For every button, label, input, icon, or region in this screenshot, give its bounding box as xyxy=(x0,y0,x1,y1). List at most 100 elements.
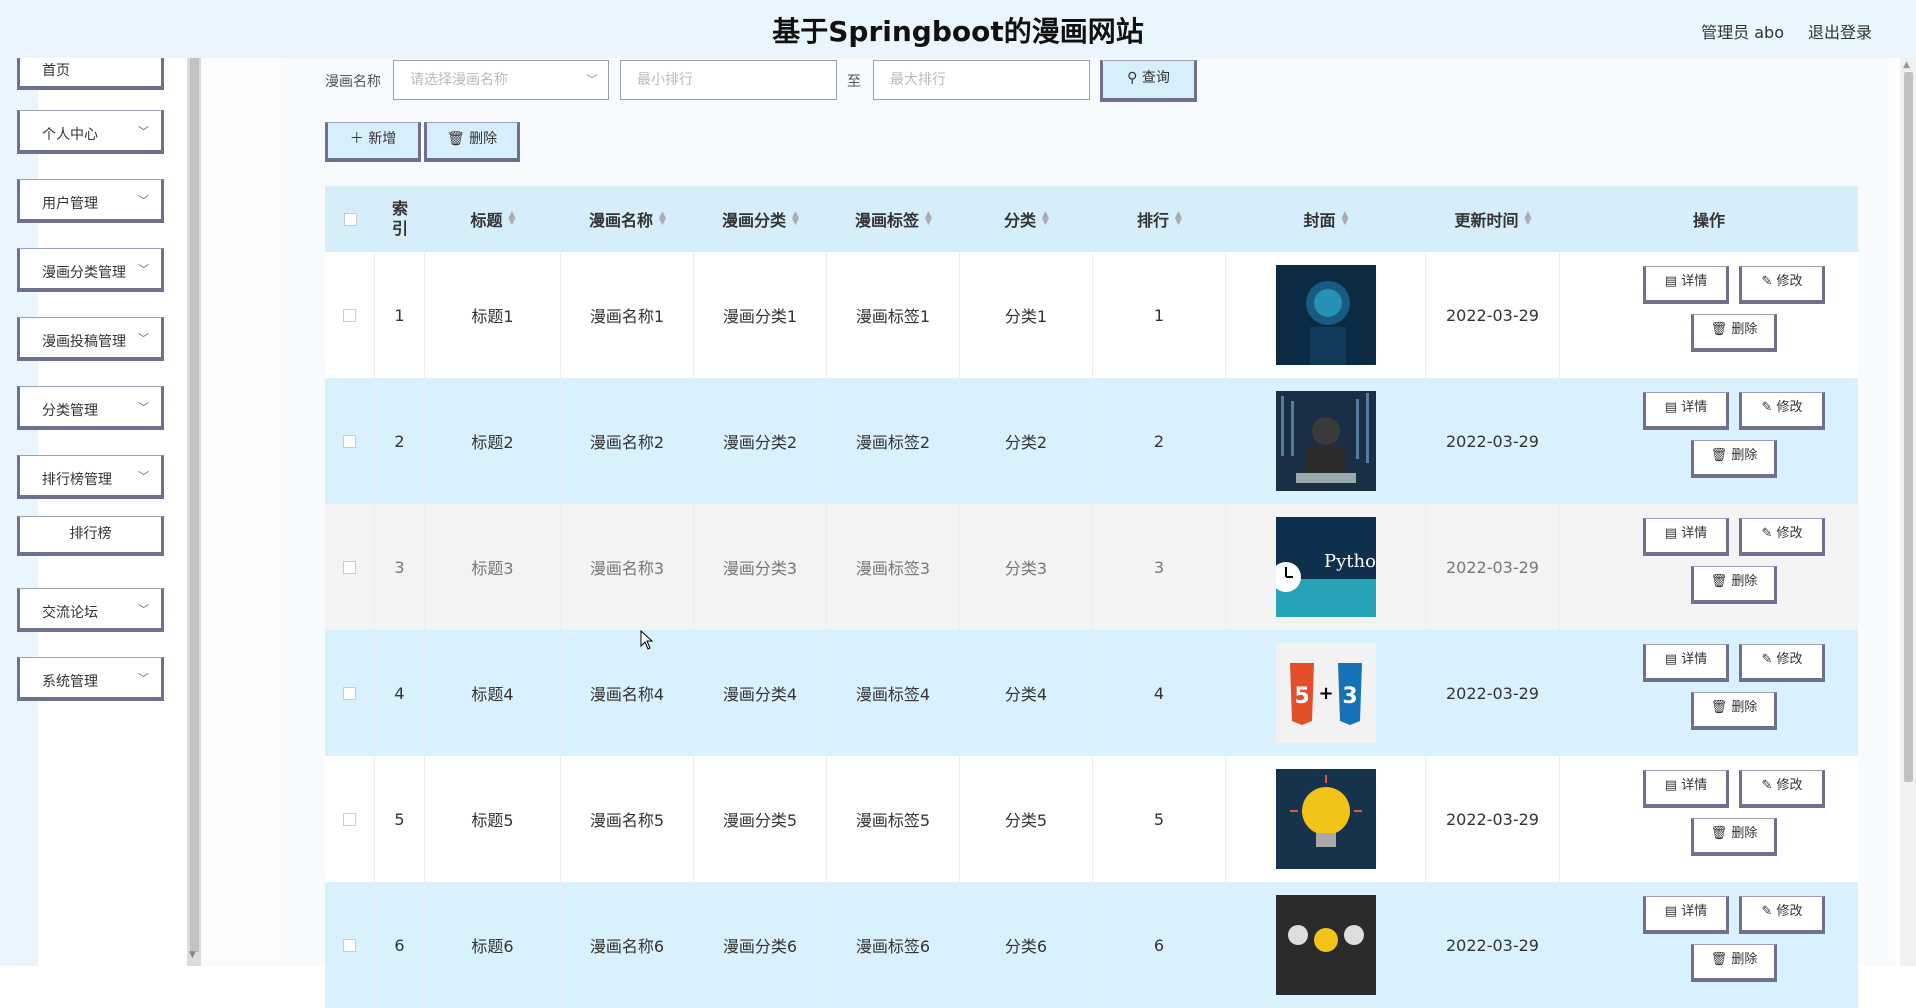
cell-cls: 分类6 xyxy=(960,882,1093,1008)
add-button[interactable]: ＋ 新增 xyxy=(325,122,421,162)
sort-icon[interactable]: ▲ ▼ xyxy=(1042,211,1049,227)
sort-icon[interactable]: ▲ ▼ xyxy=(1175,211,1182,227)
row-select-cell xyxy=(325,882,375,1008)
edit-button[interactable]: ✎ 修改 xyxy=(1739,896,1825,934)
cell-title: 标题2 xyxy=(425,378,561,504)
sidebar-item-personal-center[interactable]: 个人中心 ﹀ xyxy=(17,110,164,154)
header-update-time-label: 更新时间 xyxy=(1454,211,1519,230)
header-update-time[interactable]: 更新时间 ▲ ▼ xyxy=(1426,186,1560,252)
row-checkbox[interactable] xyxy=(343,812,356,826)
edit-button[interactable]: ✎ 修改 xyxy=(1739,644,1825,682)
table-row: 3标题3漫画名称3漫画分类3漫画标签3分类33Python2022-03-29▤… xyxy=(325,504,1858,630)
header-comic-tag[interactable]: 漫画标签 ▲ ▼ xyxy=(827,186,960,252)
header-index[interactable]: 索引 xyxy=(375,186,425,252)
logout-link[interactable]: 退出登录 xyxy=(1808,19,1872,43)
row-checkbox[interactable] xyxy=(343,938,356,952)
delete-button[interactable]: 🗑 删除 xyxy=(1691,566,1777,604)
sort-icon[interactable]: ▲ ▼ xyxy=(1525,211,1532,227)
header-comic-category-label: 漫画分类 xyxy=(722,211,787,230)
cell-update-time: 2022-03-29 xyxy=(1426,504,1560,630)
range-to-label: 至 xyxy=(847,74,861,90)
sidebar-item-home[interactable]: 首页 xyxy=(17,58,164,90)
detail-button[interactable]: ▤ 详情 xyxy=(1643,266,1729,304)
sort-icon[interactable]: ▲ ▼ xyxy=(925,211,932,227)
cell-cls: 分类4 xyxy=(960,630,1093,756)
cell-cover xyxy=(1226,882,1426,1008)
edit-button[interactable]: ✎ 修改 xyxy=(1739,518,1825,556)
cell-update-time: 2022-03-29 xyxy=(1426,882,1560,1008)
header-title-label: 标题 xyxy=(470,211,503,230)
select-all-checkbox[interactable] xyxy=(343,212,357,226)
delete-button[interactable]: 🗑 删除 xyxy=(1691,314,1777,352)
sort-icon[interactable]: ▲ ▼ xyxy=(792,211,799,227)
document-icon: ▤ xyxy=(1664,778,1682,793)
detail-button[interactable]: ▤ 详情 xyxy=(1643,644,1729,682)
cell-cover xyxy=(1226,252,1426,378)
edit-button[interactable]: ✎ 修改 xyxy=(1739,392,1825,430)
header-cover[interactable]: 封面 ▲ ▼ xyxy=(1226,186,1426,252)
edit-button-label: 修改 xyxy=(1776,526,1803,541)
sidebar-item-comic-category-management[interactable]: 漫画分类管理 ﹀ xyxy=(17,248,164,292)
sidebar-item-ranking-management[interactable]: 排行榜管理 ﹀ xyxy=(17,455,164,499)
detail-button[interactable]: ▤ 详情 xyxy=(1643,896,1729,934)
row-checkbox[interactable] xyxy=(343,434,356,448)
delete-button[interactable]: 🗑 删除 xyxy=(1691,818,1777,856)
header-index-label: 索引 xyxy=(391,199,408,238)
scroll-down-arrow-icon[interactable]: ▼ xyxy=(189,950,196,960)
detail-button-label: 详情 xyxy=(1681,904,1708,919)
detail-button[interactable]: ▤ 详情 xyxy=(1643,770,1729,808)
detail-button[interactable]: ▤ 详情 xyxy=(1643,392,1729,430)
delete-button[interactable]: 🗑 删除 xyxy=(1691,692,1777,730)
document-icon: ▤ xyxy=(1664,400,1682,415)
sidebar-item-system-management[interactable]: 系统管理 ﹀ xyxy=(17,657,164,701)
row-checkbox[interactable] xyxy=(343,308,356,322)
header-title[interactable]: 标题 ▲ ▼ xyxy=(425,186,561,252)
trash-icon: 🗑 xyxy=(446,131,465,147)
cell-name: 漫画名称4 xyxy=(561,630,694,756)
sort-icon[interactable]: ▲ ▼ xyxy=(1342,211,1349,227)
cell-index: 6 xyxy=(375,882,425,1008)
query-button[interactable]: ⚲ 查询 xyxy=(1100,60,1197,102)
sidebar-item-category-management[interactable]: 分类管理 ﹀ xyxy=(17,386,164,430)
row-checkbox[interactable] xyxy=(343,560,356,574)
sidebar-item-label: 漫画分类管理 xyxy=(42,265,126,281)
detail-button-label: 详情 xyxy=(1681,274,1708,289)
detail-button[interactable]: ▤ 详情 xyxy=(1643,518,1729,556)
edit-button[interactable]: ✎ 修改 xyxy=(1739,770,1825,808)
trash-icon: 🗑 xyxy=(1710,700,1732,715)
edit-button[interactable]: ✎ 修改 xyxy=(1739,266,1825,304)
sidebar-item-comic-submission-management[interactable]: 漫画投稿管理 ﹀ xyxy=(17,317,164,361)
row-checkbox[interactable] xyxy=(343,686,356,700)
pencil-icon: ✎ xyxy=(1761,904,1777,919)
max-rank-input[interactable]: 最大排行 xyxy=(873,60,1090,100)
delete-button[interactable]: 🗑 删除 xyxy=(1691,440,1777,478)
search-icon: ⚲ xyxy=(1127,70,1138,86)
sidebar-subitem-ranking[interactable]: 排行榜 xyxy=(17,516,164,556)
table-row: 5 标题5 漫画名称5 漫画分类5 漫画标签5 分类5 5 2022-03-29 ▤ 详情 ✎ 修… xyxy=(325,756,1858,882)
min-rank-placeholder: 最小排行 xyxy=(637,72,693,88)
sidebar-item-user-management[interactable]: 用户管理 ﹀ xyxy=(17,179,164,223)
bulk-delete-button[interactable]: 🗑 删除 xyxy=(424,122,520,162)
header-category[interactable]: 分类 ▲ ▼ xyxy=(960,186,1093,252)
page-scrollbar-thumb[interactable] xyxy=(1904,72,1913,782)
cell-actions: ▤ 详情 ✎ 修改 🗑 删除 xyxy=(1560,252,1858,378)
cell-actions: ▤ 详情 ✎ 修改 🗑 删除 xyxy=(1560,378,1858,504)
header-rank[interactable]: 排行 ▲ ▼ xyxy=(1093,186,1226,252)
cell-index: 4 xyxy=(375,630,425,756)
scroll-up-arrow-icon[interactable]: ▲ xyxy=(1903,60,1910,70)
delete-button[interactable]: 🗑 删除 xyxy=(1691,944,1777,982)
sidebar-item-forum[interactable]: 交流论坛 ﹀ xyxy=(17,588,164,632)
header-comic-category[interactable]: 漫画分类 ▲ ▼ xyxy=(694,186,827,252)
cell-title: 标题1 xyxy=(425,252,561,378)
comic-name-select[interactable]: 请选择漫画名称 ﹀ xyxy=(393,60,609,100)
cell-rank: 4 xyxy=(1093,630,1226,756)
svg-text:3: 3 xyxy=(1342,684,1357,709)
edit-button-label: 修改 xyxy=(1776,400,1803,415)
sort-icon[interactable]: ▲ ▼ xyxy=(659,211,666,227)
edit-button-label: 修改 xyxy=(1776,904,1803,919)
sidebar-scrollbar-thumb[interactable] xyxy=(190,58,199,952)
chevron-down-icon: ﹀ xyxy=(138,194,149,207)
min-rank-input[interactable]: 最小排行 xyxy=(620,60,837,100)
sort-icon[interactable]: ▲ ▼ xyxy=(509,211,516,227)
header-comic-name[interactable]: 漫画名称 ▲ ▼ xyxy=(561,186,694,252)
